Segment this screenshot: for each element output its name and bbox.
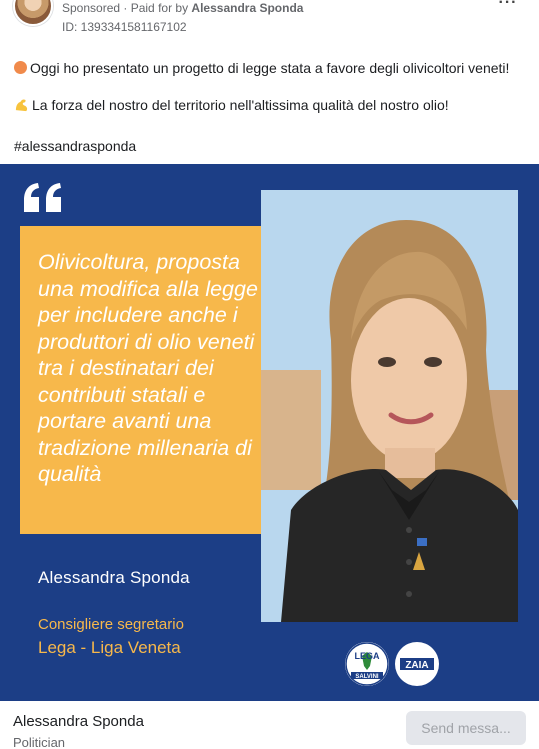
post-line-1: Oggi ho presentato un progetto di legge … (14, 60, 509, 76)
lega-logo-text: LEGA (354, 651, 380, 661)
hashtag-link[interactable]: #alessandrasponda (14, 138, 136, 154)
zaia-logo: ZAIA (395, 642, 439, 686)
lega-logo-graphic: LEGA SALVINI (345, 642, 389, 686)
quote-text: Olivicoltura, proposta una modifica alla… (38, 250, 258, 486)
lega-logo: LEGA SALVINI (345, 642, 389, 686)
flexed-biceps-icon (15, 99, 28, 112)
page-name-link[interactable]: Alessandra Sponda (13, 713, 144, 730)
more-options-button[interactable]: ··· (497, 0, 519, 14)
post-line-2: La forza del nostro del territorio nell'… (14, 97, 449, 113)
ad-header: Sponsored · Paid for by Alessandra Spond… (0, 0, 539, 40)
ad-creative-image[interactable]: Olivicoltura, proposta una modifica alla… (0, 164, 539, 701)
page-category: Politician (13, 735, 66, 749)
orange-circle-icon (14, 61, 27, 74)
post-line-1-text: Oggi ho presentato un progetto di legge … (30, 60, 510, 76)
speaker-party: Lega - Liga Veneta (38, 638, 181, 657)
quote-icon (24, 183, 61, 212)
portrait-photo (261, 190, 518, 622)
avatar[interactable] (13, 0, 53, 26)
lega-logo-subtext: SALVINI (355, 674, 379, 680)
post-line-2-text: La forza del nostro del territorio nell'… (32, 97, 449, 113)
payer-link[interactable]: Alessandra Sponda (191, 1, 303, 15)
speaker-role: Consigliere segretario (38, 616, 184, 633)
ad-id: ID: 1393341581167102 (62, 20, 187, 34)
speaker-name: Alessandra Sponda (38, 568, 190, 587)
zaia-logo-text: ZAIA (405, 660, 428, 671)
sponsor-line: Sponsored · Paid for by Alessandra Spond… (62, 1, 303, 15)
zaia-logo-graphic: ZAIA (396, 643, 438, 685)
paid-prefix: · Paid for by (120, 1, 192, 15)
portrait-illustration (261, 190, 518, 622)
sponsored-label: Sponsored (62, 1, 121, 15)
send-message-button[interactable]: Send messa... (406, 711, 526, 745)
